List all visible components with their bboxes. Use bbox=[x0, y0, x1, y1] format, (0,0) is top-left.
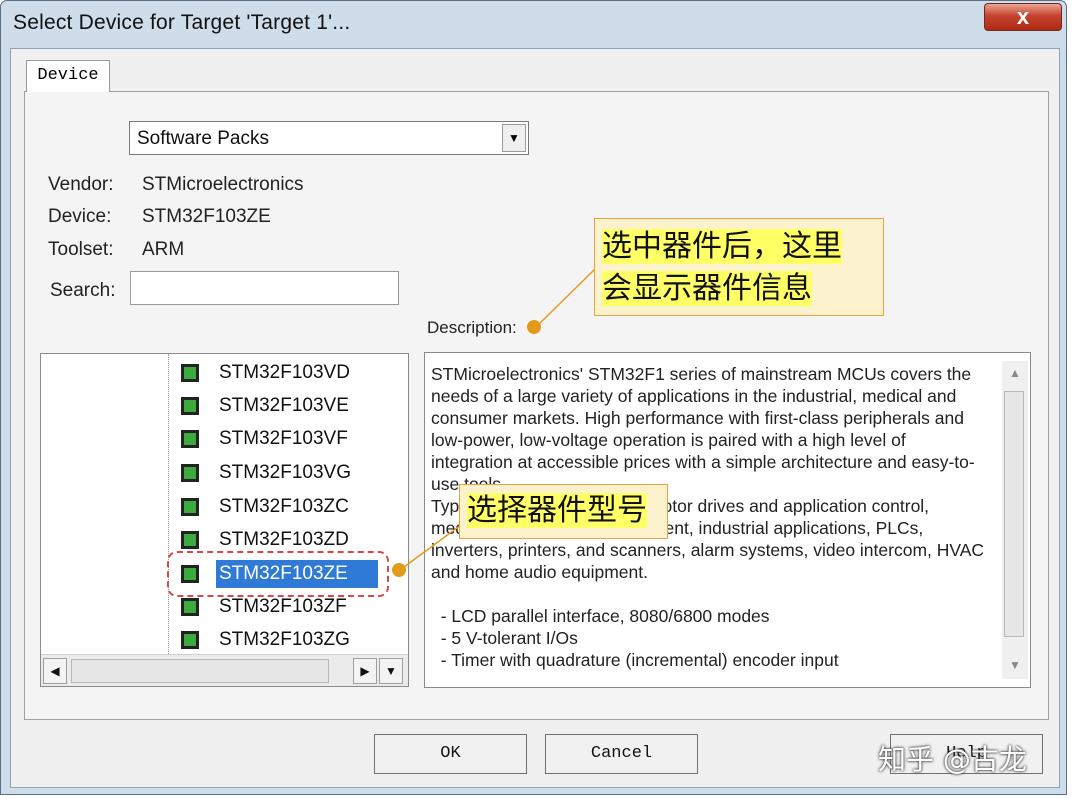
source-select-value: Software Packs bbox=[137, 128, 269, 149]
chip-icon bbox=[181, 598, 199, 616]
tree-item-label: STM32F103VD bbox=[219, 362, 350, 383]
title-bar: Select Device for Target 'Target 1'... x bbox=[1, 1, 1066, 49]
chip-icon bbox=[181, 498, 199, 516]
info-callout: 选中器件后，这里 会显示器件信息 bbox=[594, 218, 884, 316]
close-icon: x bbox=[1016, 4, 1030, 29]
info-callout-line2-text: 会显示器件信息 bbox=[602, 271, 812, 306]
info-callout-line1-text: 选中器件后，这里 bbox=[602, 229, 842, 264]
selection-highlight-outline bbox=[167, 551, 389, 597]
tree-item-stm32f103zg[interactable]: STM32F103ZG bbox=[181, 626, 401, 654]
info-callout-anchor bbox=[527, 320, 541, 334]
select-callout-line: 选择器件型号 bbox=[467, 491, 647, 531]
select-callout: 选择器件型号 bbox=[459, 484, 668, 539]
tab-device[interactable]: Device bbox=[26, 60, 110, 92]
scroll-right-icon[interactable]: ▶ bbox=[353, 658, 377, 684]
vendor-label: Vendor: bbox=[48, 174, 114, 195]
tree-item-label: STM32F103VF bbox=[219, 428, 348, 449]
chevron-down-icon[interactable]: ▼ bbox=[502, 124, 526, 152]
cancel-button[interactable]: Cancel bbox=[545, 734, 698, 774]
toolset-value: ARM bbox=[142, 239, 185, 260]
device-value: STM32F103ZE bbox=[142, 206, 271, 227]
source-select[interactable]: Software Packs ▼ bbox=[129, 121, 529, 155]
scroll-down-icon[interactable]: ▼ bbox=[1003, 653, 1027, 679]
watermark: 知乎 @古龙 bbox=[878, 743, 1027, 776]
tree-horizontal-scroll-thumb[interactable] bbox=[71, 659, 329, 683]
info-callout-line1: 选中器件后，这里 bbox=[602, 227, 842, 267]
tree-item-stm32f103ve[interactable]: STM32F103VE bbox=[181, 392, 401, 420]
select-callout-anchor bbox=[392, 563, 406, 577]
scroll-down-icon[interactable]: ▼ bbox=[379, 658, 403, 684]
tree-connector-line bbox=[168, 354, 169, 654]
chip-icon bbox=[181, 364, 199, 382]
tree-item-label: STM32F103VG bbox=[219, 462, 351, 483]
close-button[interactable]: x bbox=[984, 3, 1062, 31]
tree-item-stm32f103zd[interactable]: STM32F103ZD bbox=[181, 526, 401, 554]
description-label: Description: bbox=[427, 318, 517, 337]
chip-icon bbox=[181, 430, 199, 448]
tree-item-label: STM32F103ZF bbox=[219, 596, 347, 617]
description-scroll-thumb[interactable] bbox=[1004, 391, 1024, 637]
tree-item-stm32f103zc[interactable]: STM32F103ZC bbox=[181, 493, 401, 521]
ok-button[interactable]: OK bbox=[374, 734, 527, 774]
search-input[interactable] bbox=[130, 271, 399, 305]
chip-icon bbox=[181, 631, 199, 649]
chip-icon bbox=[181, 531, 199, 549]
description-vertical-scrollbar[interactable]: ▲ ▼ bbox=[1002, 361, 1028, 679]
chip-icon bbox=[181, 397, 199, 415]
chip-icon bbox=[181, 464, 199, 482]
tree-item-label: STM32F103ZC bbox=[219, 496, 349, 517]
tree-item-label: STM32F103VE bbox=[219, 395, 349, 416]
tree-horizontal-scrollbar[interactable]: ◀ ▶ ▼ bbox=[41, 654, 408, 686]
tree-item-stm32f103vd[interactable]: STM32F103VD bbox=[181, 359, 401, 387]
tree-item-stm32f103zf[interactable]: STM32F103ZF bbox=[181, 593, 401, 621]
tree-item-stm32f103vg[interactable]: STM32F103VG bbox=[181, 459, 401, 487]
device-tree: STM32F103VD STM32F103VE STM32F103VF STM3… bbox=[40, 353, 409, 687]
device-label: Device: bbox=[48, 206, 112, 227]
select-callout-text: 选择器件型号 bbox=[467, 493, 647, 528]
info-callout-line2: 会显示器件信息 bbox=[602, 269, 812, 309]
scroll-up-icon[interactable]: ▲ bbox=[1003, 361, 1027, 387]
search-label: Search: bbox=[50, 280, 116, 301]
vendor-value: STMicroelectronics bbox=[142, 174, 304, 195]
tree-item-label: STM32F103ZG bbox=[219, 629, 350, 650]
toolset-label: Toolset: bbox=[48, 239, 114, 260]
tree-item-label: STM32F103ZD bbox=[219, 529, 349, 550]
window-title: Select Device for Target 'Target 1'... bbox=[13, 11, 351, 34]
scroll-left-icon[interactable]: ◀ bbox=[43, 658, 67, 684]
tree-item-stm32f103vf[interactable]: STM32F103VF bbox=[181, 425, 401, 453]
